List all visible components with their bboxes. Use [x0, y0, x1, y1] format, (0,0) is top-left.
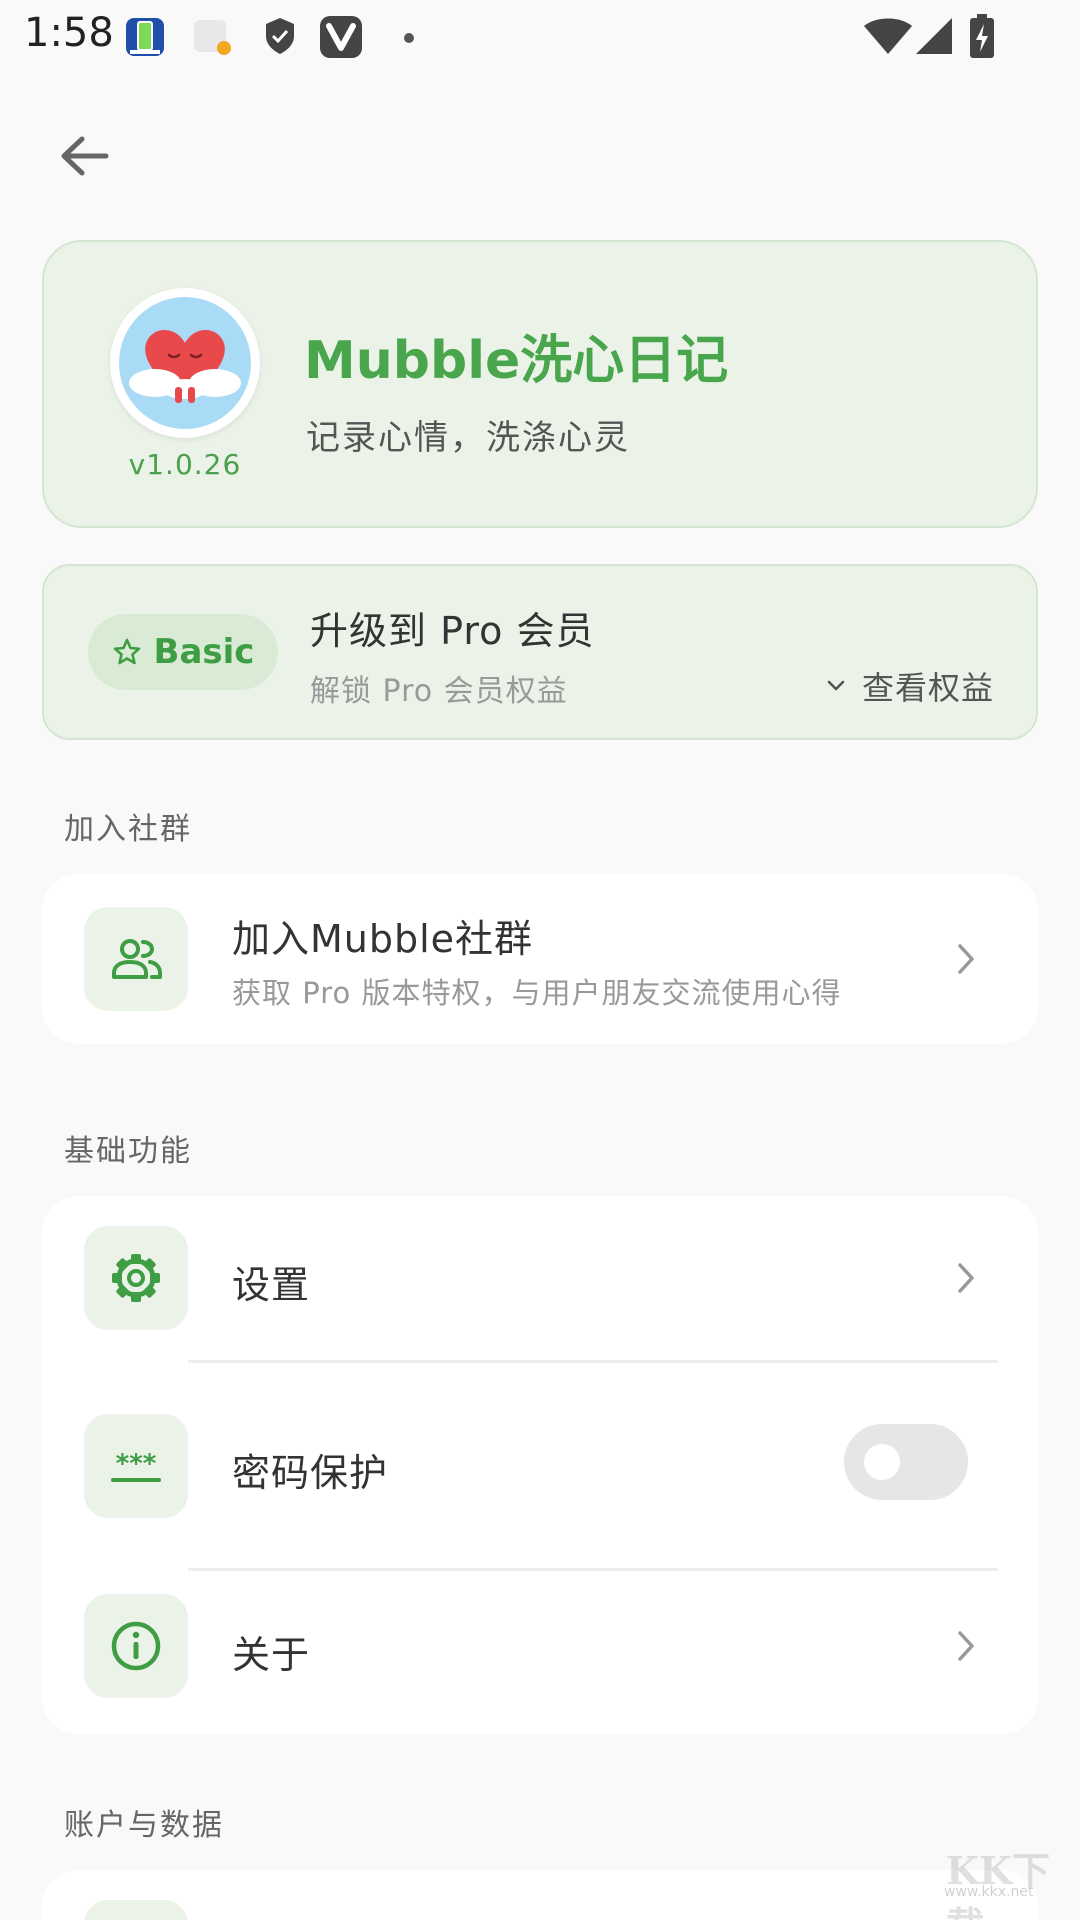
info-icon	[111, 1621, 161, 1671]
app-info-card: v1.0.26 Mubble洗心日记 记录心情，洗涤心灵	[42, 240, 1038, 528]
password-icon-box: ***	[84, 1414, 188, 1518]
status-bar: 1:58	[0, 0, 1080, 72]
pro-subtitle: 解锁 Pro 会员权益	[310, 674, 568, 709]
back-button[interactable]	[48, 120, 120, 192]
join-community-subtitle: 获取 Pro 版本特权，与用户朋友交流使用心得	[232, 976, 842, 1010]
status-time: 1:58	[24, 10, 114, 56]
battery-app-icon	[122, 14, 168, 64]
notification-app-icon	[190, 14, 234, 62]
membership-badge-label: Basic	[153, 632, 255, 672]
view-benefits-button[interactable]: 查看权益	[826, 662, 994, 710]
settings-row[interactable]: 设置	[42, 1196, 1038, 1362]
section-label-basic: 基础功能	[64, 1134, 192, 1169]
community-icon-box	[84, 907, 188, 1011]
account-icon-box	[84, 1900, 188, 1920]
gear-icon	[112, 1254, 160, 1302]
password-protection-label: 密码保护	[232, 1451, 389, 1495]
cellular-signal-icon	[914, 14, 954, 62]
join-community-title: 加入Mubble社群	[232, 917, 534, 961]
chevron-right-icon	[948, 1628, 984, 1664]
password-protection-row[interactable]: *** 密码保护	[42, 1364, 1038, 1560]
view-benefits-label: 查看权益	[861, 669, 994, 707]
app-name: Mubble洗心日记	[304, 331, 729, 391]
app-version: v1.0.26	[128, 448, 242, 481]
more-notifications-dot-icon	[402, 30, 416, 49]
membership-badge: Basic	[88, 614, 278, 690]
watermark: KK下载 www.kkx.net	[940, 1840, 1058, 1920]
divider	[188, 1568, 998, 1571]
settings-label: 设置	[232, 1263, 311, 1307]
account-card	[42, 1870, 1038, 1920]
vivaldi-icon	[318, 14, 364, 64]
people-icon	[112, 939, 162, 979]
heart-cloud-icon	[129, 330, 241, 403]
password-icon: ***	[111, 1449, 161, 1482]
divider	[188, 1360, 998, 1363]
wifi-icon	[862, 14, 914, 62]
battery-charging-icon	[968, 14, 996, 64]
chevron-right-icon	[948, 941, 984, 977]
chevron-down-icon	[827, 680, 845, 691]
section-label-account: 账户与数据	[64, 1808, 224, 1843]
pro-title: 升级到 Pro 会员	[310, 609, 595, 653]
about-icon-box	[84, 1594, 188, 1698]
shield-icon	[260, 14, 300, 62]
basic-features-card: 设置 *** 密码保护 关于	[42, 1196, 1038, 1734]
arrow-left-icon	[61, 136, 109, 176]
section-label-community: 加入社群	[64, 812, 192, 847]
chevron-right-icon	[948, 1260, 984, 1296]
about-row[interactable]: 关于	[42, 1572, 1038, 1734]
app-logo	[110, 288, 260, 438]
toggle-knob	[864, 1444, 900, 1480]
app-tagline: 记录心情，洗涤心灵	[306, 418, 630, 458]
watermark-url: www.kkx.net	[944, 1884, 1034, 1900]
settings-icon-box	[84, 1226, 188, 1330]
pro-upgrade-card[interactable]: Basic 升级到 Pro 会员 解锁 Pro 会员权益 查看权益	[42, 564, 1038, 740]
community-card: 加入Mubble社群 获取 Pro 版本特权，与用户朋友交流使用心得	[42, 874, 1038, 1044]
join-community-row[interactable]: 加入Mubble社群 获取 Pro 版本特权，与用户朋友交流使用心得	[42, 874, 1038, 1044]
watermark-text: KK下载	[946, 1848, 1051, 1920]
about-label: 关于	[232, 1633, 311, 1677]
password-protection-toggle[interactable]	[844, 1424, 968, 1500]
star-outline-icon	[113, 638, 140, 665]
svg-text:***: ***	[116, 1449, 157, 1479]
